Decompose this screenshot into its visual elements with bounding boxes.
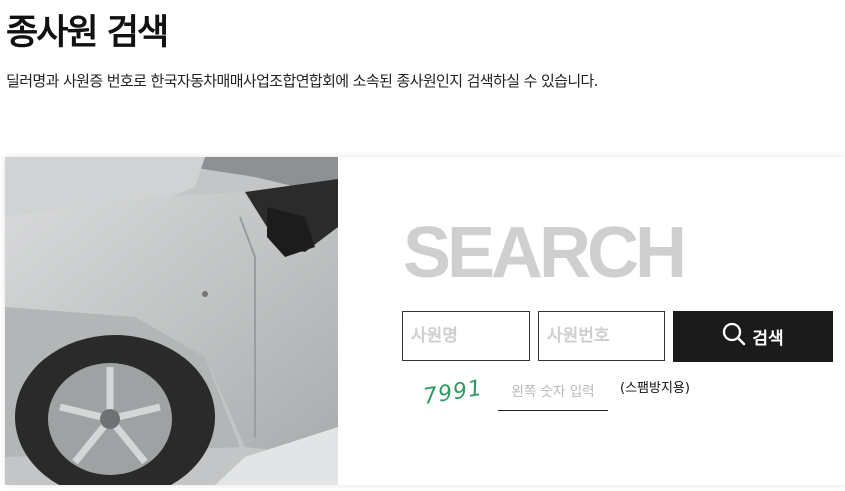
captcha-note: (스팸방지용) bbox=[620, 381, 690, 396]
employee-name-input[interactable] bbox=[402, 311, 530, 361]
search-icon bbox=[722, 322, 746, 351]
captcha-image: 7991 bbox=[419, 372, 485, 410]
search-panel: SEARCH 검색 7991 (스팸방지용) bbox=[5, 157, 845, 485]
search-button[interactable]: 검색 bbox=[673, 311, 833, 362]
car-photo bbox=[5, 157, 338, 485]
search-button-label: 검색 bbox=[752, 329, 784, 349]
search-heading: SEARCH bbox=[403, 213, 687, 293]
captcha-code: 7991 bbox=[422, 376, 481, 408]
employee-number-input[interactable] bbox=[538, 311, 665, 361]
captcha-input[interactable] bbox=[498, 373, 608, 411]
page-title: 종사원 검색 bbox=[6, 13, 169, 53]
page-description: 딜러명과 사원증 번호로 한국자동차매매사업조합연합회에 소속된 종사원인지 검… bbox=[6, 72, 599, 90]
